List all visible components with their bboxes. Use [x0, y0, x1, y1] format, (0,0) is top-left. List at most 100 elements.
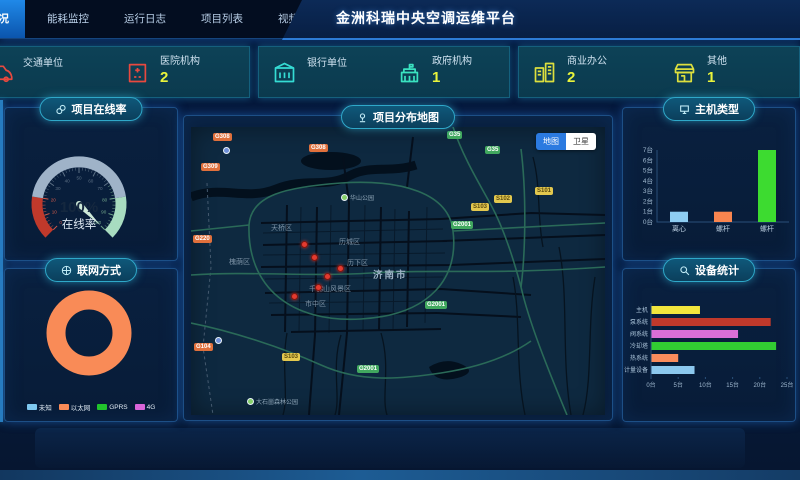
road-badge: G308: [309, 144, 328, 152]
tab-run-logs[interactable]: 运行日志: [111, 0, 179, 38]
satellite-mode-button[interactable]: 卫星: [566, 133, 596, 150]
svg-text:0台: 0台: [646, 381, 655, 389]
title-block: 金洲科瑞中央空调运维平台: [276, 0, 800, 40]
svg-text:冷却塔: 冷却塔: [630, 342, 648, 350]
svg-text:70: 70: [97, 186, 103, 191]
svg-text:阀系统: 阀系统: [630, 330, 648, 338]
device-stats-panel: 设备统计 主机泵系统阀系统冷却塔热系统计量设备0台5台10台15台20台25台: [622, 268, 796, 422]
device-stats-panel-title: 设备统计: [695, 262, 739, 278]
map-canvas[interactable]: 天桥区槐荫区历城区历下区济南市市中区千佛山风景区G308G308G309G220…: [191, 127, 605, 415]
stat-value: 2: [160, 69, 200, 88]
svg-text:主机: 主机: [636, 306, 648, 314]
project-marker[interactable]: [324, 273, 331, 280]
svg-text:7台: 7台: [643, 145, 653, 154]
map-poi-marker[interactable]: 华山公园: [341, 193, 374, 202]
magnifier-icon: [679, 265, 690, 276]
svg-text:20台: 20台: [753, 381, 766, 389]
svg-text:60: 60: [88, 178, 94, 183]
poi-dot-icon: [341, 194, 348, 201]
legend-swatch: [97, 404, 107, 410]
map-panel: 项目分布地图: [183, 115, 613, 421]
svg-text:30: 30: [55, 186, 61, 191]
online-rate-panel-header: 项目在线率: [40, 97, 143, 121]
svg-text:20: 20: [51, 197, 57, 202]
svg-text:在线率: 在线率: [62, 217, 97, 231]
device-stats-panel-header: 设备统计: [663, 258, 755, 282]
stat-entry: 商业办公2: [519, 56, 659, 87]
map-district-label: 天桥区: [271, 223, 292, 233]
map-mode-button[interactable]: 地图: [536, 133, 566, 150]
globe-icon: [61, 265, 72, 276]
top-nav-bar: 概况能耗监控运行日志项目列表视频监控 金洲科瑞中央空调运维平台: [0, 0, 800, 39]
stat-label: 银行单位: [307, 58, 347, 71]
poi-dot-icon: [215, 337, 222, 344]
svg-text:螺杆: 螺杆: [716, 224, 730, 233]
map-district-label: 市中区: [305, 299, 326, 309]
network-panel-header: 联网方式: [45, 258, 137, 282]
poi-dot-icon: [247, 398, 254, 405]
tab-project-list[interactable]: 项目列表: [188, 0, 256, 38]
left-glow-edge: [0, 100, 3, 422]
stat-value: 1: [432, 69, 472, 88]
project-marker[interactable]: [315, 284, 322, 291]
project-marker[interactable]: [337, 265, 344, 272]
link-icon: [56, 104, 67, 115]
road-badge: G220: [193, 235, 212, 243]
poi-dot-icon: [223, 147, 230, 154]
map-city-label: 济南市: [373, 267, 408, 281]
svg-text:0台: 0台: [643, 217, 653, 226]
stat-text: 其他1: [707, 56, 727, 87]
network-panel-title: 联网方式: [77, 262, 121, 278]
location-icon: [357, 112, 368, 123]
map-poi-marker[interactable]: [223, 147, 230, 154]
monitor-icon: [679, 104, 690, 115]
car-icon: [0, 59, 14, 86]
shop-icon: [671, 59, 698, 86]
legend-item: 4G: [135, 402, 156, 412]
stat-label: 其他: [707, 56, 727, 69]
stat-entry: 其他1: [659, 56, 799, 87]
project-marker[interactable]: [291, 293, 298, 300]
svg-text:螺杆: 螺杆: [760, 224, 774, 233]
stat-label: 医院机构: [160, 56, 200, 69]
host-type-panel-title: 主机类型: [695, 101, 739, 117]
project-marker[interactable]: [301, 241, 308, 248]
svg-text:80: 80: [102, 197, 108, 202]
network-donut-chart: [5, 269, 177, 399]
svg-text:50: 50: [76, 176, 82, 181]
svg-text:1台: 1台: [643, 207, 653, 216]
stat-label: 交通单位: [23, 58, 63, 71]
legend-label: 未知: [39, 402, 52, 412]
map-poi-marker[interactable]: [215, 337, 222, 344]
legend-swatch: [59, 404, 69, 410]
tab-overview[interactable]: 概况: [0, 0, 25, 38]
svg-text:5台: 5台: [674, 381, 683, 389]
stat-text: 交通单位: [23, 58, 63, 87]
svg-text:4台: 4台: [643, 176, 653, 185]
stat-panel-office-other: 商业办公2 其他1: [518, 46, 800, 98]
stat-value: 1: [707, 69, 727, 88]
legend-label: GPRS: [109, 404, 127, 411]
road-badge: G35: [447, 131, 462, 139]
svg-text:5台: 5台: [643, 166, 653, 175]
stat-entry: 交通单位: [0, 58, 112, 87]
host-type-panel: 主机类型 0台1台2台3台4台5台6台7台离心螺杆螺杆: [622, 107, 796, 261]
legend-swatch: [27, 404, 37, 410]
stat-entry: 医院机构2: [112, 56, 249, 87]
stat-value: 2: [567, 69, 607, 88]
project-marker[interactable]: [311, 254, 318, 261]
stat-text: 医院机构2: [160, 56, 200, 87]
bottom-strip: [0, 470, 800, 480]
svg-text:3台: 3台: [643, 186, 653, 195]
map-poi-marker[interactable]: 大石崮森林公园: [247, 397, 298, 406]
map-overlay: 天桥区槐荫区历城区历下区济南市市中区千佛山风景区G308G308G309G220…: [191, 127, 605, 415]
road-badge: G35: [485, 146, 500, 154]
poi-label: 华山公园: [350, 193, 374, 202]
road-badge: S103: [282, 353, 300, 361]
stat-text: 商业办公2: [567, 56, 607, 87]
road-badge: G104: [194, 343, 213, 351]
host-type-panel-header: 主机类型: [663, 97, 755, 121]
svg-text:40: 40: [65, 178, 71, 183]
network-type-panel: 联网方式 未知以太网GPRS4G: [4, 268, 178, 422]
tab-energy-monitor[interactable]: 能耗监控: [34, 0, 102, 38]
